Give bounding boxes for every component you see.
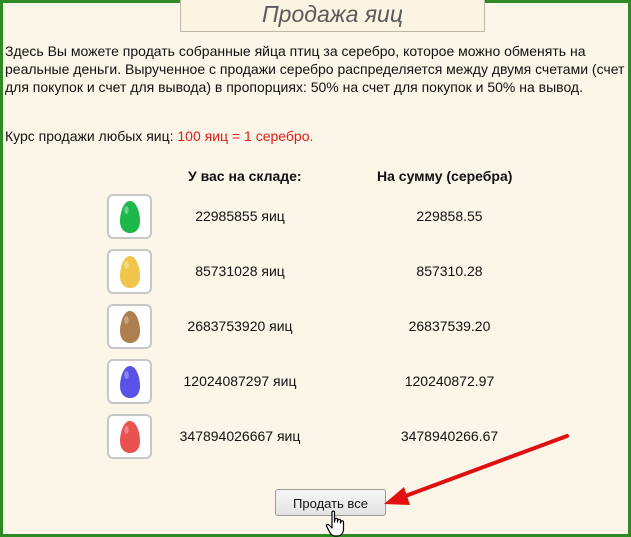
- egg-amount: 120240872.97: [404, 373, 495, 389]
- description-text: Здесь Вы можете продать собранные яйца п…: [5, 43, 625, 95]
- egg-cell: [107, 194, 152, 239]
- egg-quantity: 22985855 яиц: [195, 208, 285, 224]
- amount-column-header: На сумму (серебра): [377, 168, 513, 184]
- egg-cell: [107, 414, 152, 459]
- green-egg-icon: [120, 201, 140, 233]
- brown-egg-icon: [120, 311, 140, 343]
- egg-cell: [107, 249, 152, 294]
- table-row: 12024087297 яиц 120240872.97: [0, 359, 631, 405]
- red-egg-icon: [120, 421, 140, 453]
- rate-line: Курс продажи любых яиц: 100 яиц = 1 сере…: [5, 128, 313, 144]
- rate-value: 100 яиц = 1 серебро.: [177, 128, 314, 144]
- egg-cell: [107, 304, 152, 349]
- yellow-egg-icon: [120, 256, 140, 288]
- egg-quantity: 12024087297 яиц: [183, 373, 297, 389]
- blue-egg-icon: [120, 366, 140, 398]
- egg-quantity: 2683753920 яиц: [187, 318, 293, 334]
- egg-quantity: 347894026667 яиц: [179, 428, 301, 444]
- egg-amount: 229858.55: [416, 208, 483, 224]
- table-row: 85731028 яиц 857310.28: [0, 249, 631, 295]
- table-row: 2683753920 яиц 26837539.20: [0, 304, 631, 350]
- table-row: 22985855 яиц 229858.55: [0, 194, 631, 240]
- egg-amount: 857310.28: [416, 263, 483, 279]
- rate-label: Курс продажи любых яиц:: [5, 128, 174, 144]
- stock-column-header: У вас на складе:: [188, 168, 302, 184]
- egg-cell: [107, 359, 152, 404]
- egg-quantity: 85731028 яиц: [195, 263, 285, 279]
- page-title-box: Продажа яиц: [180, 0, 485, 32]
- hand-cursor-icon: [325, 510, 345, 537]
- egg-amount: 26837539.20: [408, 318, 491, 334]
- page-title: Продажа яиц: [262, 1, 403, 27]
- annotation-arrow-icon: [384, 434, 569, 505]
